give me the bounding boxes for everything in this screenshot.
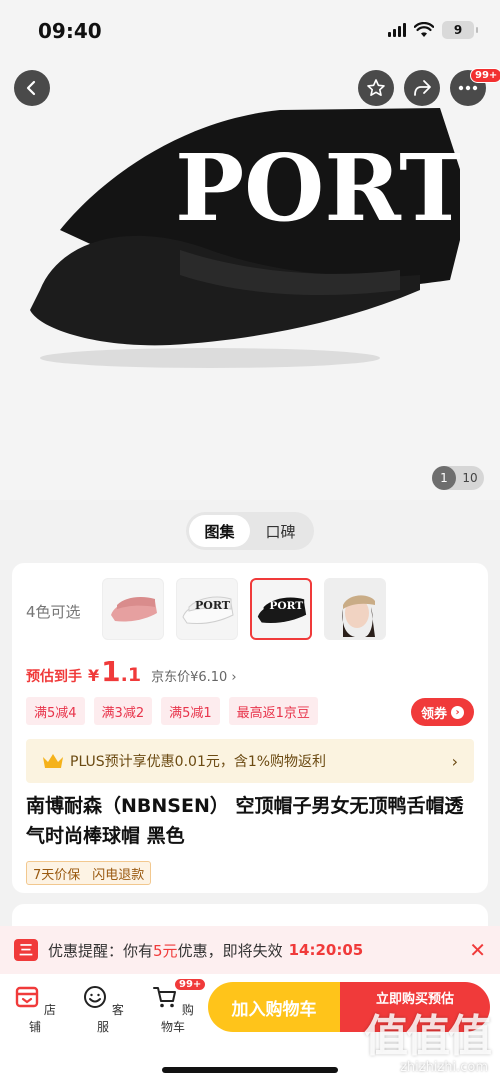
coupon-notice-icon: 三	[14, 939, 38, 961]
promo-tag[interactable]: 满5减4	[26, 697, 85, 725]
cellular-signal-icon	[388, 23, 406, 37]
star-icon	[367, 79, 385, 96]
tab-gallery[interactable]: 图集	[189, 515, 250, 547]
favorite-button[interactable]	[358, 70, 394, 106]
battery-level: 9	[453, 23, 463, 37]
nav-cart[interactable]: 购物车 99+	[148, 978, 207, 1035]
price-decimal: .1	[120, 664, 142, 686]
pager-current: 1	[432, 466, 456, 490]
status-time: 09:40	[38, 19, 102, 43]
color-count-label: 4色可选	[26, 603, 81, 621]
battery-icon: 9	[442, 21, 478, 39]
get-coupon-button[interactable]: 领券 ›	[410, 698, 474, 726]
svg-text:PORT: PORT	[269, 599, 303, 612]
cart-count-badge: 99+	[174, 978, 207, 991]
white-cap-image: PORT	[182, 596, 234, 624]
notice-countdown: 14:20:05	[288, 941, 364, 959]
model-photo-image	[325, 579, 385, 639]
crown-icon	[43, 754, 63, 768]
chevron-right-icon: ›	[451, 751, 458, 771]
close-icon[interactable]: ✕	[469, 938, 486, 962]
color-thumb-model[interactable]	[324, 578, 386, 640]
smiley-icon	[84, 986, 107, 1008]
pink-cap-image	[111, 597, 157, 622]
product-title: 南博耐森（NBNSEN） 空顶帽子男女无顶鸭舌帽透气时尚棒球帽 黑色	[26, 795, 464, 847]
more-dots-icon	[458, 85, 478, 91]
message-count-badge: 99+	[470, 68, 500, 83]
currency-symbol: ¥	[88, 666, 100, 685]
product-image: PORT	[30, 108, 460, 368]
service-tag-fast-refund: 闪电退款	[92, 867, 145, 883]
color-thumb-black[interactable]: PORT	[250, 578, 312, 640]
chevron-right-icon: ›	[451, 705, 464, 719]
color-thumb-white[interactable]: PORT	[176, 578, 238, 640]
pager-total: 10	[462, 471, 478, 485]
home-indicator[interactable]	[162, 1067, 338, 1073]
notice-suffix: 优惠，即将失效	[177, 941, 283, 960]
svg-text:PORT: PORT	[195, 599, 231, 612]
status-bar: 09:40 9	[0, 0, 500, 60]
back-button[interactable]	[14, 70, 50, 106]
black-cap-image: PORT	[257, 597, 307, 624]
wifi-icon	[414, 22, 434, 37]
add-to-cart-button[interactable]: 加入购物车	[208, 982, 340, 1032]
cap-print-text: PORT	[175, 134, 460, 242]
promo-tag[interactable]: 满3减2	[93, 697, 153, 725]
promo-tags: 满5减4 满3减2 满5减1 最高返1京豆	[26, 697, 318, 725]
share-icon	[414, 80, 431, 96]
jd-price-text: 京东价¥6.10	[151, 670, 228, 685]
store-icon	[15, 986, 39, 1008]
coupon-label: 领券	[420, 706, 447, 722]
tab-reviews[interactable]: 口碑	[250, 515, 311, 547]
share-button[interactable]	[404, 70, 440, 106]
plus-text: PLUS预计享优惠0.01元，含1%购物返利	[70, 754, 327, 770]
service-tags[interactable]: 7天价保 闪电退款	[26, 861, 152, 885]
promo-tag[interactable]: 最高返1京豆	[228, 697, 318, 725]
nav-customer-service[interactable]: 客服	[78, 984, 128, 1035]
service-tag-price-protect: 7天价保	[33, 867, 81, 883]
notice-amount: 5元	[153, 941, 178, 960]
chevron-left-icon	[26, 80, 36, 96]
plus-member-bar[interactable]: PLUS预计享优惠0.01元，含1%购物返利 ›	[26, 739, 474, 783]
status-icons: 9	[388, 21, 478, 39]
product-image-gallery[interactable]: PORT 99+ 1 10	[0, 0, 500, 500]
media-tabs: 图集 口碑	[186, 512, 314, 550]
jd-price-link[interactable]: 京东价¥6.10 ›	[151, 666, 237, 685]
coupon-expiry-notice[interactable]: 三 优惠提醒：你有 5元 优惠，即将失效 14:20:05 ✕	[0, 926, 500, 974]
watermark-url: zhizhizhi.com	[400, 1060, 488, 1075]
promo-tag[interactable]: 满5减1	[161, 697, 220, 725]
nav-store[interactable]: 店铺	[10, 984, 60, 1035]
product-info-card: 4色可选 PORT PORT 预估到手 ¥ 1 .1 京东价¥6.10 › 满5…	[12, 563, 488, 893]
price-integer: 1	[101, 655, 121, 688]
price-row: 预估到手 ¥ 1 .1 京东价¥6.10 ›	[26, 655, 237, 688]
watermark-logo: 值值值	[364, 1011, 492, 1062]
image-pager: 1 10	[432, 466, 484, 490]
estimated-price-label: 预估到手	[26, 669, 82, 685]
notice-prefix: 优惠提醒：你有	[48, 941, 154, 960]
color-thumb-pink[interactable]	[102, 578, 164, 640]
